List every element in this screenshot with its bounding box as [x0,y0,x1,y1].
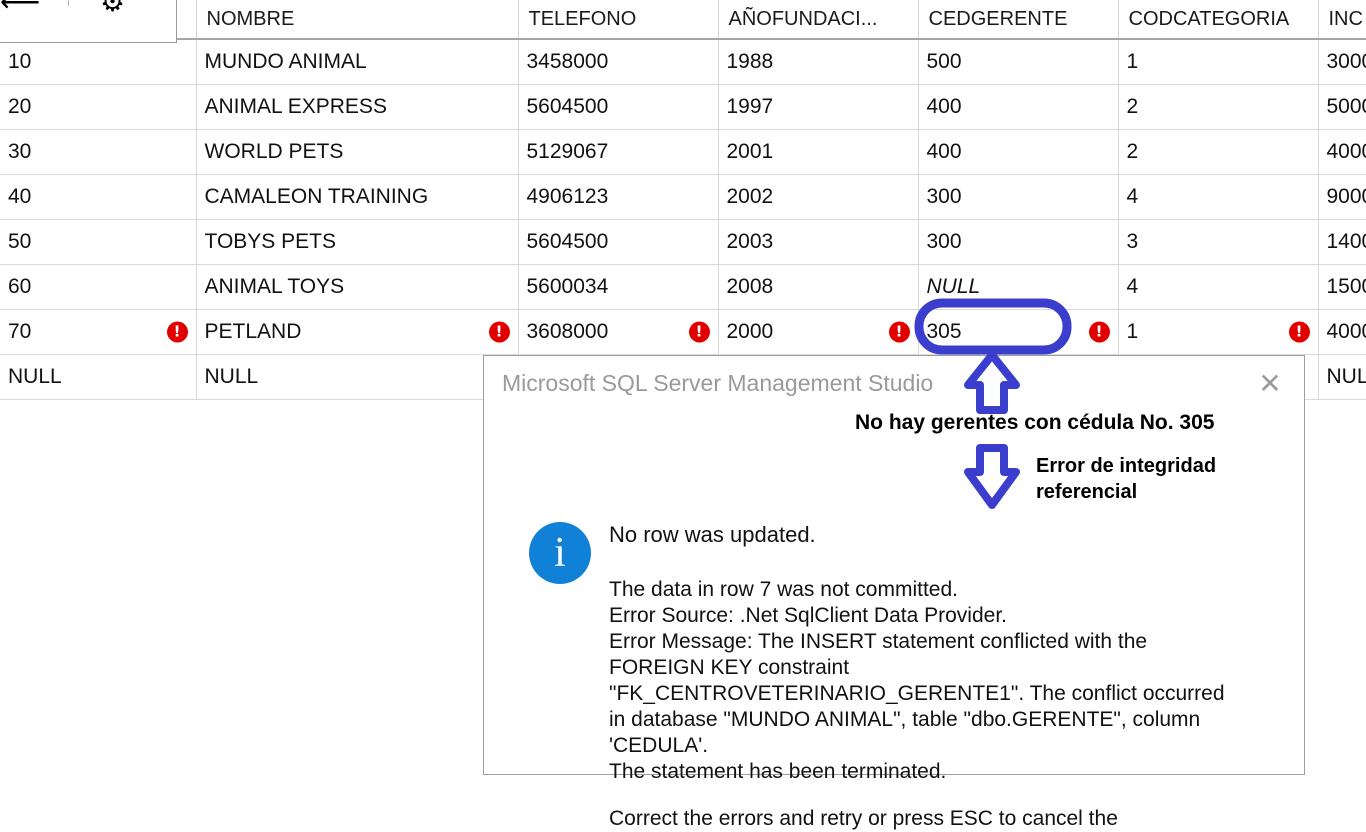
cell-telefono[interactable]: 5604500 [518,219,719,265]
cell-ingresos[interactable]: 3000 [1318,39,1366,85]
cell-codcategoria[interactable]: 2 [1118,129,1319,175]
cell-nombre[interactable]: PETLAND! [196,309,519,355]
column-header-nombre[interactable]: NOMBRE [196,0,519,40]
row-error-icon[interactable]: ! [688,321,710,343]
sql-error-dialog[interactable]: Microsoft SQL Server Management Studio ✕… [483,355,1305,830]
cell-cedgerente[interactable]: 400 [918,84,1119,130]
row-error-icon[interactable]: ! [166,321,188,343]
table-row[interactable]: 60ANIMAL TOYS56000342008NULL41500 [0,264,1366,310]
cell-codigo[interactable]: 40 [0,174,197,220]
cell-ingresos[interactable]: 1500 [1318,264,1366,310]
table-row[interactable]: 30WORLD PETS5129067200140024000 [0,129,1366,175]
results-grid[interactable]: NOMBRE TELEFONO AÑOFUNDACI... CEDGERENTE… [0,0,1366,400]
cell-telefono[interactable]: 5129067 [518,129,719,175]
dialog-detail-text: The data in row 7 was not committed. Err… [609,578,1225,783]
table-row[interactable]: 20ANIMAL EXPRESS5604500199740025000 [0,84,1366,130]
cell-aniofundacion[interactable]: 2002 [718,174,919,220]
cell-ingresos[interactable]: 4000 [1318,309,1366,355]
cell-codcategoria[interactable]: 2 [1118,84,1319,130]
cell-ingresos[interactable]: 1400 [1318,219,1366,265]
cell-ingresos[interactable]: 4000 [1318,129,1366,175]
cell-codigo[interactable]: 70! [0,309,197,355]
cell-ingresos[interactable]: NULL [1318,354,1366,400]
column-header-aniofundacion[interactable]: AÑOFUNDACI... [718,0,919,40]
cell-nombre[interactable]: ANIMAL TOYS [196,264,519,310]
table-row[interactable]: 10MUNDO ANIMAL3458000198850013000 [0,39,1366,85]
info-icon: i [529,522,591,584]
cell-codigo[interactable]: NULL [0,354,197,400]
cell-cedgerente[interactable]: 400 [918,129,1119,175]
cell-codcategoria[interactable]: 3 [1118,219,1319,265]
row-error-icon[interactable]: ! [888,321,910,343]
cell-codigo[interactable]: 60 [0,264,197,310]
cell-nombre[interactable]: CAMALEON TRAINING [196,174,519,220]
cell-codigo[interactable]: 30 [0,129,197,175]
cell-telefono[interactable]: 5600034 [518,264,719,310]
toolbar-divider [68,0,69,6]
cell-cedgerente[interactable]: 300 [918,219,1119,265]
left-arrow-icon[interactable]: ⟵ [0,0,40,16]
data-table: NOMBRE TELEFONO AÑOFUNDACI... CEDGERENTE… [0,0,1366,400]
cell-telefono[interactable]: 3608000! [518,309,719,355]
cell-codcategoria[interactable]: 4 [1118,264,1319,310]
column-header-telefono[interactable]: TELEFONO [518,0,719,40]
dialog-headline: No row was updated. [609,522,816,547]
cell-nombre[interactable]: NULL [196,354,519,400]
column-header-ingresos[interactable]: INC [1318,0,1366,40]
table-header-row: NOMBRE TELEFONO AÑOFUNDACI... CEDGERENTE… [0,0,1366,40]
table-row[interactable]: 40CAMALEON TRAINING4906123200230049000 [0,174,1366,220]
cell-aniofundacion[interactable]: 2008 [718,264,919,310]
cell-cedgerente[interactable]: 500 [918,39,1119,85]
row-error-icon[interactable]: ! [1088,321,1110,343]
cell-codcategoria[interactable]: 4 [1118,174,1319,220]
cell-aniofundacion[interactable]: 1997 [718,84,919,130]
cell-codigo[interactable]: 50 [0,219,197,265]
cell-telefono[interactable]: 5604500 [518,84,719,130]
row-error-icon[interactable]: ! [1288,321,1310,343]
cell-nombre[interactable]: WORLD PETS [196,129,519,175]
cell-ingresos[interactable]: 9000 [1318,174,1366,220]
cell-telefono[interactable]: 4906123 [518,174,719,220]
cell-aniofundacion[interactable]: 2000! [718,309,919,355]
cell-cedgerente[interactable]: 300 [918,174,1119,220]
column-header-codcategoria[interactable]: CODCATEGORIA [1118,0,1319,40]
cell-nombre[interactable]: MUNDO ANIMAL [196,39,519,85]
gear-icon[interactable]: ⚙ [100,0,125,16]
cell-aniofundacion[interactable]: 1988 [718,39,919,85]
cell-nombre[interactable]: TOBYS PETS [196,219,519,265]
close-icon[interactable]: ✕ [1248,364,1292,404]
dialog-footer-note: Correct the errors and retry or press ES… [609,807,1118,830]
cell-codigo[interactable]: 20 [0,84,197,130]
table-body: 10MUNDO ANIMAL345800019885001300020ANIMA… [0,39,1366,400]
cell-codcategoria[interactable]: 1! [1118,309,1319,355]
cell-aniofundacion[interactable]: 2003 [718,219,919,265]
column-header-cedgerente[interactable]: CEDGERENTE [918,0,1119,40]
cell-aniofundacion[interactable]: 2001 [718,129,919,175]
dialog-titlebar: Microsoft SQL Server Management Studio ✕ [484,356,1304,414]
toolbar-stub: ⟵ ⚙ [0,0,177,43]
table-row[interactable]: 50TOBYS PETS5604500200330031400 [0,219,1366,265]
dialog-title: Microsoft SQL Server Management Studio [502,370,934,396]
cell-cedgerente[interactable]: NULL [918,264,1119,310]
info-icon-glyph: i [554,530,566,576]
cell-telefono[interactable]: 3458000 [518,39,719,85]
cell-ingresos[interactable]: 5000 [1318,84,1366,130]
cell-codcategoria[interactable]: 1 [1118,39,1319,85]
cell-nombre[interactable]: ANIMAL EXPRESS [196,84,519,130]
table-row[interactable]: 70!PETLAND!3608000!2000!305!1!4000 [0,309,1366,355]
row-error-icon[interactable]: ! [488,321,510,343]
cell-cedgerente[interactable]: 305! [918,309,1119,355]
cell-codigo[interactable]: 10 [0,39,197,85]
